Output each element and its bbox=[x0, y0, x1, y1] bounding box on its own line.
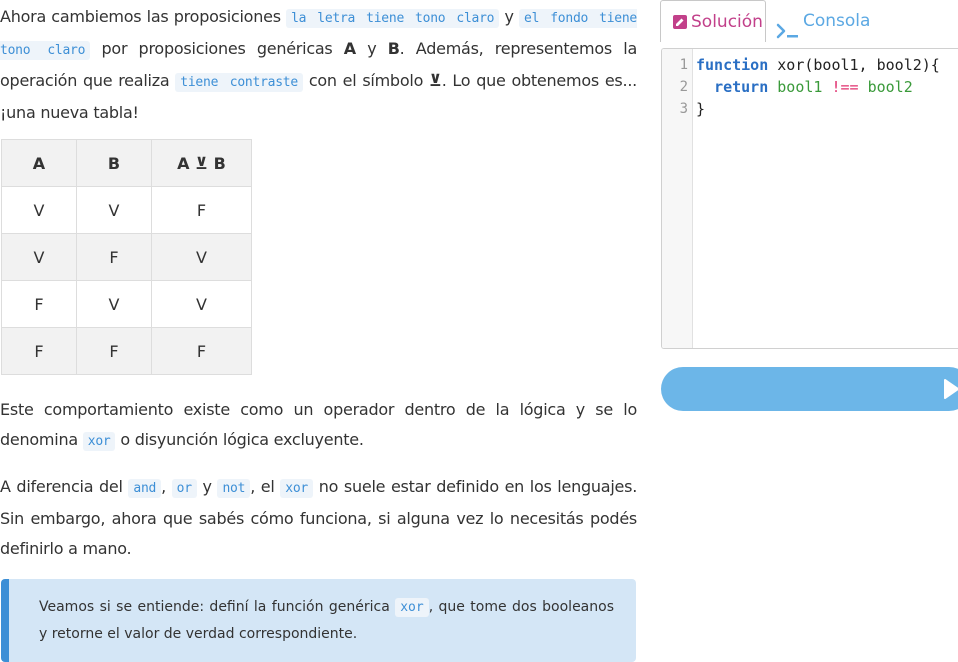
code-line[interactable]: return bool1 !== bool2 bbox=[696, 76, 913, 98]
code-snippet: not bbox=[217, 479, 251, 498]
code-snippet: la letra tiene tono claro bbox=[286, 9, 500, 28]
keyword: return bbox=[714, 78, 769, 96]
tab-console[interactable]: Consola bbox=[776, 0, 886, 42]
table-header-row: A B A ⊻ B bbox=[1, 139, 252, 187]
operator: !== bbox=[831, 78, 859, 96]
code-snippet: and bbox=[128, 479, 162, 498]
variable: bool1 bbox=[777, 78, 823, 96]
bold-term: A bbox=[343, 39, 356, 58]
code-editor[interactable]: 1 2 3 function xor(bool1, bool2){ return… bbox=[661, 48, 958, 349]
xor-languages-paragraph: A diferencia del and, or y not, el xor n… bbox=[0, 472, 637, 564]
table-row: F V V bbox=[1, 280, 252, 328]
play-icon bbox=[943, 378, 958, 404]
table-header: A bbox=[1, 139, 77, 187]
exercise-instructions: Veamos si se entiende: definí la función… bbox=[39, 594, 614, 648]
table-row: V V F bbox=[1, 186, 252, 234]
truth-table: A B A ⊻ B V V F V F V F V V F F F bbox=[1, 139, 252, 375]
text: A diferencia del bbox=[0, 477, 129, 496]
xor-definition-paragraph: Este comportamiento existe como un opera… bbox=[0, 395, 637, 457]
tab-solution[interactable]: Solución bbox=[660, 0, 766, 42]
text: y bbox=[196, 477, 218, 496]
line-number: 1 bbox=[679, 57, 688, 73]
code-text: } bbox=[696, 100, 706, 118]
table-cell: F bbox=[76, 233, 152, 281]
table-cell: F bbox=[76, 327, 152, 375]
table-cell: F bbox=[151, 186, 252, 234]
exercise-callout: Veamos si se entiende: definí la función… bbox=[1, 579, 636, 662]
text: Veamos si se entiende: definí la función… bbox=[39, 599, 396, 615]
table-cell: F bbox=[151, 327, 252, 375]
code-line[interactable]: } bbox=[696, 98, 705, 120]
pencil-icon bbox=[673, 15, 687, 29]
code-line[interactable]: function xor(bool1, bool2){ bbox=[696, 54, 940, 76]
variable: bool2 bbox=[867, 78, 913, 96]
code-snippet: xor bbox=[280, 479, 314, 498]
text: , bbox=[161, 477, 172, 496]
table-header: B bbox=[76, 139, 152, 187]
xor-symbol: ⊻ bbox=[428, 71, 442, 90]
tab-console-label: Consola bbox=[803, 11, 871, 31]
text: , el bbox=[250, 477, 281, 496]
table-row: F F F bbox=[1, 327, 252, 375]
table-cell: V bbox=[1, 233, 77, 281]
line-number: 3 bbox=[679, 101, 688, 117]
run-button[interactable] bbox=[661, 367, 958, 411]
table-row: V F V bbox=[1, 233, 252, 281]
text: con el símbolo bbox=[302, 71, 429, 90]
intro-paragraph: Ahora cambiemos las proposiciones la let… bbox=[0, 2, 637, 128]
line-number: 2 bbox=[679, 79, 688, 95]
table-cell: F bbox=[1, 327, 77, 375]
tab-solution-label: Solución bbox=[691, 12, 763, 32]
text: Ahora cambiemos las proposiciones bbox=[0, 7, 287, 26]
table-header: A ⊻ B bbox=[151, 139, 252, 187]
table-cell: V bbox=[151, 233, 252, 281]
text: o disyunción lógica excluyente. bbox=[115, 430, 364, 449]
line-number-gutter: 1 2 3 bbox=[662, 49, 693, 348]
code-text: xor(bool1, bool2){ bbox=[768, 56, 940, 74]
table-cell: V bbox=[151, 280, 252, 328]
text: y bbox=[355, 39, 388, 58]
table-cell: F bbox=[1, 280, 77, 328]
code-snippet: tiene contraste bbox=[175, 73, 303, 92]
table-cell: V bbox=[76, 186, 152, 234]
text: por proposiciones genéricas bbox=[90, 39, 344, 58]
table-cell: V bbox=[76, 280, 152, 328]
table-cell: V bbox=[1, 186, 77, 234]
text: y bbox=[499, 7, 520, 26]
bold-term: B bbox=[387, 39, 400, 58]
code-snippet: or bbox=[171, 479, 197, 498]
code-snippet: xor bbox=[395, 598, 429, 617]
code-snippet: xor bbox=[82, 432, 116, 451]
keyword: function bbox=[696, 56, 769, 74]
